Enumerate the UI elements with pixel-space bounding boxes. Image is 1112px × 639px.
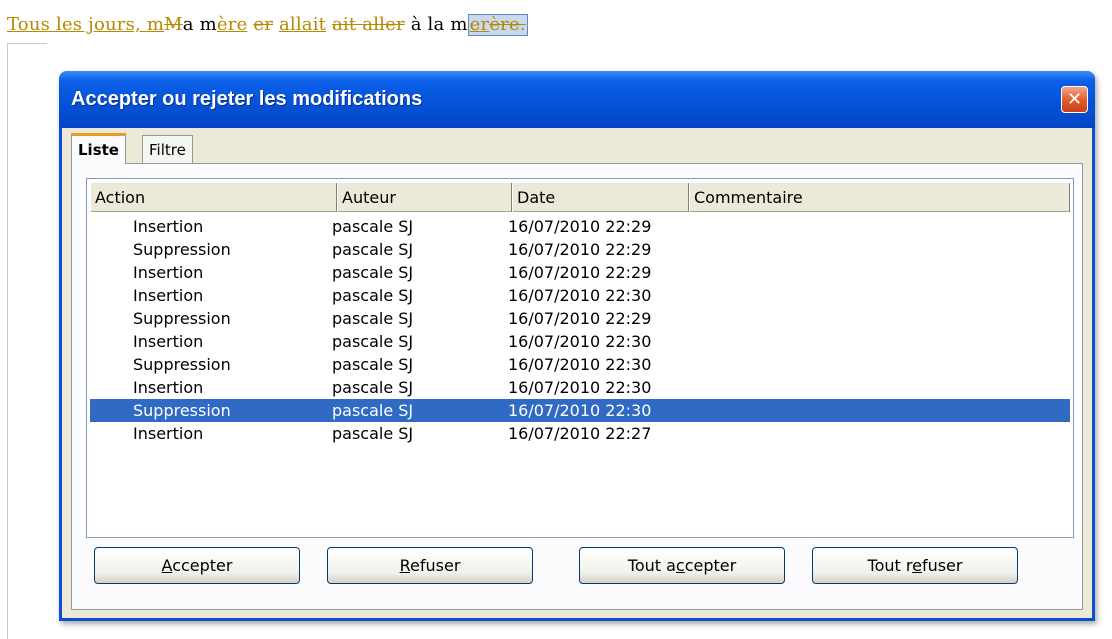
row-date: 16/07/2010 22:30 (508, 355, 652, 374)
row-date: 16/07/2010 22:30 (508, 332, 652, 351)
row-author: pascale SJ (332, 263, 414, 282)
tracked-text-segment[interactable]: M (164, 14, 183, 35)
dialog-titlebar[interactable]: Accepter ou rejeter les modifications ✕ (59, 71, 1095, 128)
reject-all-button[interactable]: Tout refuser (812, 547, 1018, 584)
dialog-title: Accepter ou rejeter les modifications (71, 88, 423, 110)
column-header-comment[interactable]: Commentaire (689, 183, 1070, 212)
row-author: pascale SJ (332, 309, 414, 328)
row-action: Insertion (133, 378, 204, 397)
row-action: Insertion (133, 286, 204, 305)
tracked-text-segment[interactable]: ait aller (332, 14, 405, 35)
tracked-text-segment[interactable]: Tous les jours, m (7, 14, 164, 35)
row-date: 16/07/2010 22:29 (508, 263, 652, 282)
row-action: Insertion (133, 332, 204, 351)
row-date: 16/07/2010 22:30 (508, 286, 652, 305)
row-date: 16/07/2010 22:29 (508, 309, 652, 328)
tracked-text-segment[interactable]: ère. (489, 14, 525, 35)
row-action: Suppression (133, 355, 231, 374)
close-button[interactable]: ✕ (1061, 86, 1088, 113)
tab-liste[interactable]: Liste (71, 133, 126, 164)
tracked-text-segment[interactable]: ère (217, 14, 248, 35)
button-label: Tout accepter (627, 556, 737, 575)
page-border-left (7, 43, 8, 639)
table-row[interactable]: Insertion pascale SJ 16/07/2010 22:29 (90, 261, 1070, 284)
row-action: Suppression (133, 309, 231, 328)
accept-all-button[interactable]: Tout accepter (579, 547, 785, 584)
page-border-top (7, 43, 47, 44)
button-label: Refuser (399, 556, 461, 575)
row-action: Insertion (133, 263, 204, 282)
table-row[interactable]: Suppression pascale SJ 16/07/2010 22:29 (90, 238, 1070, 261)
column-header-date[interactable]: Date (512, 183, 689, 212)
row-action: Suppression (133, 240, 231, 259)
tracked-text-segment[interactable]: allait (279, 14, 326, 35)
row-date: 16/07/2010 22:29 (508, 240, 652, 259)
row-date: 16/07/2010 22:29 (508, 217, 652, 236)
table-row[interactable]: Insertion pascale SJ 16/07/2010 22:27 (90, 422, 1070, 445)
table-row[interactable]: Insertion pascale SJ 16/07/2010 22:29 (90, 215, 1070, 238)
document-text-line[interactable]: Tous les jours, mMa mère er allait ait a… (7, 14, 528, 40)
row-date: 16/07/2010 22:30 (508, 378, 652, 397)
tab-label: Liste (78, 141, 119, 159)
row-author: pascale SJ (332, 286, 414, 305)
row-action: Insertion (133, 424, 204, 443)
selected-change-highlight[interactable]: erère. (467, 14, 528, 36)
accept-button[interactable]: Accepter (94, 547, 300, 584)
table-row[interactable]: Insertion pascale SJ 16/07/2010 22:30 (90, 376, 1070, 399)
tab-label: Filtre (149, 140, 186, 159)
tracked-text-segment[interactable]: er (470, 14, 490, 35)
accept-reject-changes-dialog: Accepter ou rejeter les modifications ✕ … (59, 71, 1095, 621)
changes-list[interactable]: Action Auteur Date Commentaire Insertion… (86, 178, 1074, 538)
table-row[interactable]: Insertion pascale SJ 16/07/2010 22:30 (90, 284, 1070, 307)
table-row[interactable]: Suppression pascale SJ 16/07/2010 22:29 (90, 307, 1070, 330)
row-date: 16/07/2010 22:27 (508, 424, 652, 443)
row-author: pascale SJ (332, 217, 414, 236)
column-header-action[interactable]: Action (90, 183, 337, 212)
text-segment[interactable]: a m (183, 14, 217, 35)
row-author: pascale SJ (332, 424, 414, 443)
row-author: pascale SJ (332, 401, 414, 420)
reject-button[interactable]: Refuser (327, 547, 533, 584)
row-date: 16/07/2010 22:30 (508, 401, 652, 420)
button-label: Accepter (161, 556, 233, 575)
row-author: pascale SJ (332, 355, 414, 374)
table-row-selected[interactable]: Suppression pascale SJ 16/07/2010 22:30 (90, 399, 1070, 422)
close-icon: ✕ (1066, 89, 1083, 110)
table-row[interactable]: Insertion pascale SJ 16/07/2010 22:30 (90, 330, 1070, 353)
text-segment[interactable]: à la m (405, 14, 468, 35)
row-author: pascale SJ (332, 378, 414, 397)
tab-filtre[interactable]: Filtre (142, 135, 193, 163)
button-label: Tout refuser (867, 556, 963, 575)
list-header: Action Auteur Date Commentaire (90, 182, 1070, 212)
column-header-author[interactable]: Auteur (337, 183, 512, 212)
row-action: Insertion (133, 217, 204, 236)
tracked-text-segment[interactable]: er (253, 14, 273, 35)
table-row[interactable]: Suppression pascale SJ 16/07/2010 22:30 (90, 353, 1070, 376)
row-action: Suppression (133, 401, 231, 420)
row-author: pascale SJ (332, 332, 414, 351)
row-author: pascale SJ (332, 240, 414, 259)
